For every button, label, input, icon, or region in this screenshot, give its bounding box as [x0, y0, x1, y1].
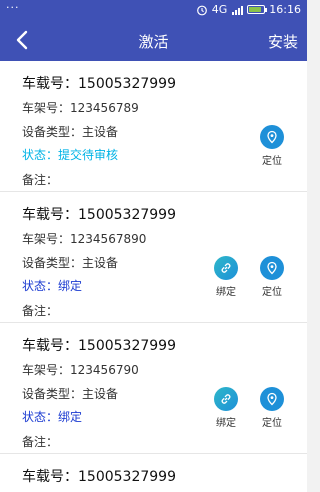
link-icon [214, 387, 238, 411]
location-pin-icon [260, 387, 284, 411]
list-item[interactable]: 车载号：15005327999 [0, 454, 307, 492]
clock: 16:16 [269, 3, 301, 16]
remark: 备注： [22, 304, 59, 318]
device-type: 设备类型：主设备 [22, 256, 119, 270]
locate-label: 定位 [262, 156, 282, 167]
bind-label: 绑定 [216, 418, 236, 429]
alarm-icon [196, 5, 207, 15]
status-text: 状态：绑定 [22, 410, 83, 424]
frame-number: 车架号：123456790 [22, 363, 139, 377]
plate-number: 车载号：15005327999 [22, 207, 176, 223]
list-item[interactable]: 车载号：15005327999 车架号：123456789 设备类型：主设备 状… [0, 61, 307, 192]
signal-icon [232, 5, 244, 15]
locate-button[interactable]: 定位 [255, 125, 289, 167]
plate-number: 车载号：15005327999 [22, 76, 176, 92]
status-text: 状态：提交待审核 [22, 148, 119, 162]
plate-number: 车载号：15005327999 [22, 469, 176, 485]
remark: 备注： [22, 435, 59, 449]
battery-icon [247, 5, 268, 14]
status-notifications: ··· [6, 1, 20, 14]
list-item[interactable]: 车载号：15005327999 车架号：123456790 设备类型：主设备 状… [0, 323, 307, 454]
list-item[interactable]: 车载号：15005327999 车架号：1234567890 设备类型：主设备 … [0, 192, 307, 323]
plate-number: 车载号：15005327999 [22, 338, 176, 354]
remark: 备注： [22, 173, 59, 187]
install-button[interactable]: 安装 [268, 31, 298, 52]
location-pin-icon [260, 125, 284, 149]
network-type: 4G [211, 3, 228, 16]
link-icon [214, 256, 238, 280]
device-list[interactable]: 车载号：15005327999 车架号：123456789 设备类型：主设备 状… [0, 61, 307, 492]
bind-label: 绑定 [216, 287, 236, 298]
frame-number: 车架号：1234567890 [22, 232, 147, 246]
status-bar: ··· 4G 16:16 [0, 0, 307, 19]
locate-label: 定位 [262, 287, 282, 298]
locate-label: 定位 [262, 418, 282, 429]
status-text: 状态：绑定 [22, 279, 83, 293]
status-right: 4G 16:16 [196, 3, 301, 16]
device-type: 设备类型：主设备 [22, 125, 119, 139]
location-pin-icon [260, 256, 284, 280]
locate-button[interactable]: 定位 [255, 387, 289, 429]
bind-button[interactable]: 绑定 [209, 256, 243, 298]
device-type: 设备类型：主设备 [22, 387, 119, 401]
bind-button[interactable]: 绑定 [209, 387, 243, 429]
app-bar: 激活 安装 [0, 19, 307, 61]
locate-button[interactable]: 定位 [255, 256, 289, 298]
frame-number: 车架号：123456789 [22, 101, 139, 115]
page-title: 激活 [138, 33, 169, 51]
